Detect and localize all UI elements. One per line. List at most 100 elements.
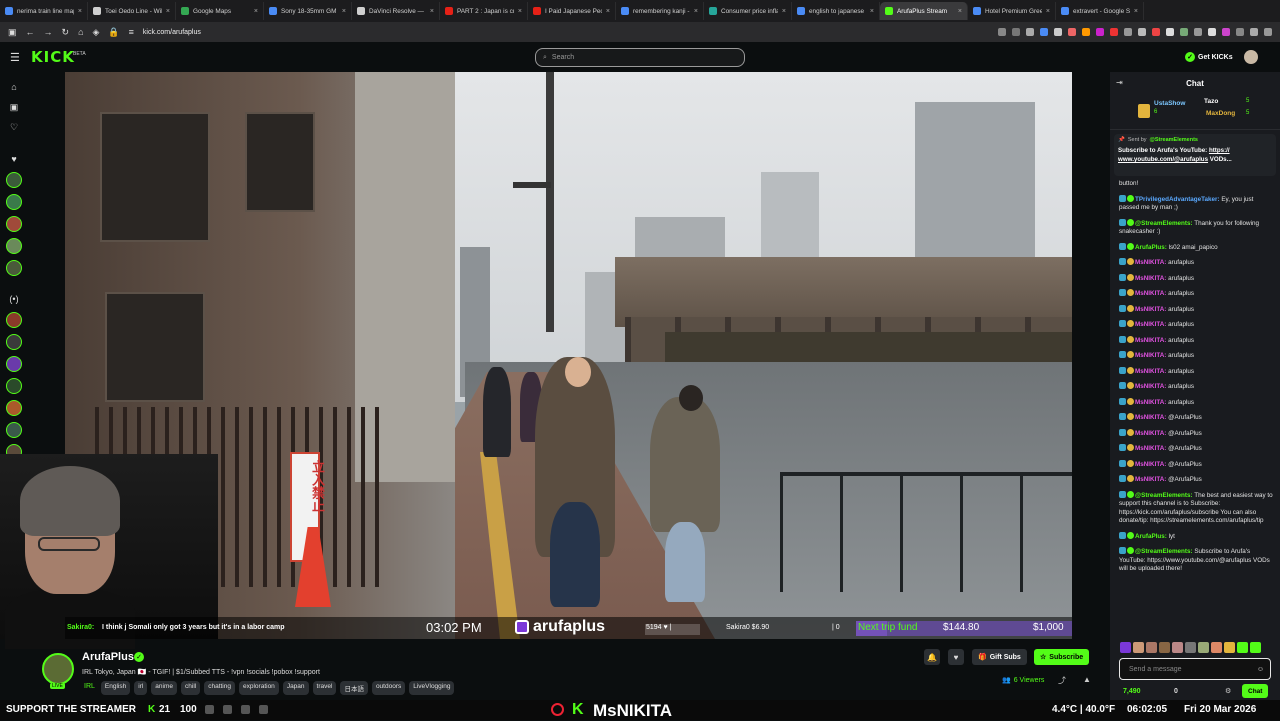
chat-username[interactable]: ArufaPlus: xyxy=(1135,244,1167,251)
stream-tag[interactable]: English xyxy=(100,681,131,695)
leaderboard-name[interactable]: Tazo xyxy=(1204,98,1218,105)
chat-username[interactable]: MsNIKITA: xyxy=(1135,290,1166,297)
chat-username[interactable]: MsNIKITA: xyxy=(1135,445,1166,452)
close-tab-icon[interactable]: × xyxy=(782,8,786,15)
chat-username[interactable]: TPrivilegedAdvantageTaker: xyxy=(1135,196,1220,203)
site-info-icon[interactable]: ≡ xyxy=(129,27,134,37)
extension-icon[interactable] xyxy=(1152,28,1160,36)
close-tab-icon[interactable]: × xyxy=(254,8,258,15)
extension-icon[interactable] xyxy=(1096,28,1104,36)
home-icon[interactable]: ⌂ xyxy=(78,27,83,37)
chat-username[interactable]: MsNIKITA: xyxy=(1135,259,1166,266)
stream-tag[interactable]: anime xyxy=(151,681,178,695)
extension-icon[interactable] xyxy=(1012,28,1020,36)
bookmark-star-icon[interactable] xyxy=(1026,28,1034,36)
recommended-channel-avatar[interactable] xyxy=(6,312,22,328)
extension-icon[interactable] xyxy=(1110,28,1118,36)
chat-username[interactable]: MsNIKITA: xyxy=(1135,476,1166,483)
browser-tab[interactable]: nerima train line map × xyxy=(0,2,88,20)
emote-icon[interactable] xyxy=(1237,642,1248,653)
close-tab-icon[interactable]: × xyxy=(78,8,82,15)
send-chat-button[interactable]: Chat xyxy=(1242,684,1269,698)
emote-icon[interactable] xyxy=(1211,642,1222,653)
emote-icon[interactable] xyxy=(1185,642,1196,653)
browser-tab[interactable]: extravert - Google Se × xyxy=(1056,2,1144,20)
followed-channel-avatar[interactable] xyxy=(6,238,22,254)
close-tab-icon[interactable]: × xyxy=(694,8,698,15)
extension-icon[interactable] xyxy=(1194,28,1202,36)
points-balance[interactable]: 0 xyxy=(1174,688,1178,695)
taskbar-icon[interactable] xyxy=(205,705,214,714)
chat-username[interactable]: ArufaPlus: xyxy=(1135,533,1167,540)
browser-tab[interactable]: Sony 18-35mm GM L × xyxy=(264,2,352,20)
menu-icon[interactable] xyxy=(1250,28,1258,36)
extension-icon[interactable] xyxy=(1222,28,1230,36)
close-tab-icon[interactable]: × xyxy=(518,8,522,15)
leaderboard-name[interactable]: MaxDong xyxy=(1206,110,1235,117)
chat-username[interactable]: MsNIKITA: xyxy=(1135,352,1166,359)
browser-tab[interactable]: Hotel Premium Green × xyxy=(968,2,1056,20)
menu-icon[interactable]: ☰ xyxy=(10,51,20,64)
browser-tab[interactable]: Google Maps × xyxy=(176,2,264,20)
recommended-channel-avatar[interactable] xyxy=(6,334,22,350)
recommended-channel-avatar[interactable] xyxy=(6,378,22,394)
stream-tag[interactable]: outdoors xyxy=(371,681,406,695)
close-tab-icon[interactable]: × xyxy=(870,8,874,15)
close-tab-icon[interactable]: × xyxy=(1046,8,1050,15)
stream-tag[interactable]: chill xyxy=(181,681,201,695)
chat-username[interactable]: MsNIKITA: xyxy=(1135,399,1166,406)
extension-icon[interactable] xyxy=(1180,28,1188,36)
extension-icon[interactable] xyxy=(998,28,1006,36)
back-icon[interactable]: ← xyxy=(26,27,35,37)
extension-icon[interactable] xyxy=(1124,28,1132,36)
extension-icon[interactable] xyxy=(1166,28,1174,36)
browser-tab[interactable]: Toei Ōedo Line - Wiki × xyxy=(88,2,176,20)
stream-tag[interactable]: chatting xyxy=(204,681,235,695)
emote-icon[interactable] xyxy=(1172,642,1183,653)
browser-tab[interactable]: remembering kanji - (× xyxy=(616,2,704,20)
recommended-channel-avatar[interactable] xyxy=(6,422,22,438)
recommended-channel-avatar[interactable] xyxy=(6,400,22,416)
notification-bell-button[interactable]: 🔔 xyxy=(924,649,940,665)
extension-icon[interactable] xyxy=(1040,28,1048,36)
chat-message-input[interactable]: Send a message ☺ xyxy=(1119,658,1271,680)
profile-icon[interactable] xyxy=(1208,28,1216,36)
follow-heart-button[interactable]: ♥ xyxy=(948,649,964,665)
chat-username[interactable]: MsNIKITA: xyxy=(1135,430,1166,437)
more-options-icon[interactable]: ▲ xyxy=(1083,675,1091,684)
extension-icon[interactable] xyxy=(1054,28,1062,36)
chat-username[interactable]: MsNIKITA: xyxy=(1135,368,1166,375)
chat-username[interactable]: MsNIKITA: xyxy=(1135,275,1166,282)
user-avatar[interactable] xyxy=(1244,50,1258,64)
close-tab-icon[interactable]: × xyxy=(958,8,962,15)
url-field[interactable]: kick.com/arufaplus xyxy=(143,29,201,36)
followed-channel-avatar[interactable] xyxy=(6,172,22,188)
emote-icon[interactable] xyxy=(1250,642,1261,653)
reload-icon[interactable]: ↻ xyxy=(62,27,70,38)
emote-icon[interactable] xyxy=(1133,642,1144,653)
close-tab-icon[interactable]: × xyxy=(1134,8,1138,15)
taskbar-icon[interactable] xyxy=(259,705,268,714)
followed-channel-avatar[interactable] xyxy=(6,260,22,276)
taskbar-icon[interactable] xyxy=(241,705,250,714)
search-input[interactable]: ⌕ Search xyxy=(535,48,745,67)
browse-icon[interactable]: ▣ xyxy=(7,100,21,114)
subscribe-button[interactable]: ☆ Subscribe xyxy=(1034,649,1090,665)
extension-icon[interactable] xyxy=(1138,28,1146,36)
gift-subs-button[interactable]: 🎁 Gift Subs xyxy=(972,649,1027,665)
close-tab-icon[interactable]: × xyxy=(166,8,170,15)
gear-icon[interactable]: ⚙ xyxy=(1225,687,1231,695)
followed-channel-avatar[interactable] xyxy=(6,216,22,232)
chat-username[interactable]: @StreamElements: xyxy=(1135,492,1193,499)
recommended-channel-avatar[interactable] xyxy=(6,356,22,372)
extension-icon[interactable] xyxy=(1236,28,1244,36)
category-link[interactable]: IRL xyxy=(82,681,97,695)
get-kicks-button[interactable]: ✓ Get KICKs xyxy=(1185,50,1233,64)
emoji-icon[interactable]: ☺ xyxy=(1257,666,1264,673)
leaderboard-name[interactable]: UstaShow xyxy=(1154,100,1185,107)
chat-username[interactable]: MsNIKITA: xyxy=(1135,321,1166,328)
browser-tab[interactable]: ArufaPlus Stream × xyxy=(880,2,968,20)
close-tab-icon[interactable]: × xyxy=(430,8,434,15)
emote-icon[interactable] xyxy=(1224,642,1235,653)
kick-logo[interactable]: KICK xyxy=(31,48,75,66)
